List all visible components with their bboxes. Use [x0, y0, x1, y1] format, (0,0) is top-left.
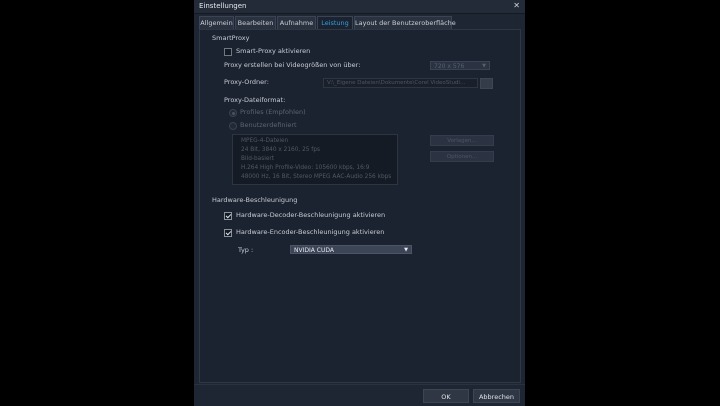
- template-button[interactable]: Vorlagen...: [430, 135, 494, 146]
- options-button[interactable]: Optionen...: [430, 151, 494, 162]
- info-line: H.264 High Profile-Video: 105600 kbps, 1…: [241, 165, 370, 171]
- dialog-footer: OK Abbrechen: [194, 384, 525, 406]
- proxy-size-select[interactable]: 720 x 576 ▼: [430, 61, 490, 70]
- hw-encoder-checkbox[interactable]: [224, 229, 232, 237]
- smartproxy-enable-label: Smart-Proxy aktivieren: [236, 47, 311, 55]
- info-line: 48000 Hz, 16 Bit, Stereo MPEG AAC-Audio …: [241, 174, 392, 180]
- hardware-heading: Hardware-Beschleunigung: [212, 196, 298, 204]
- ok-button[interactable]: OK: [423, 389, 469, 403]
- info-line: Bild-basiert: [241, 156, 275, 162]
- chevron-down-icon: ▼: [482, 63, 486, 69]
- close-icon[interactable]: ✕: [513, 1, 520, 10]
- radio-custom[interactable]: [229, 122, 237, 130]
- smartproxy-enable-checkbox[interactable]: [224, 48, 232, 56]
- title-bar: Einstellungen ✕: [194, 0, 525, 14]
- cancel-button[interactable]: Abbrechen: [473, 389, 520, 403]
- performance-panel: SmartProxy Smart-Proxy aktivieren Proxy …: [199, 29, 521, 383]
- info-line: MPEG-4-Dateien: [241, 138, 289, 144]
- proxy-format-info: MPEG-4-Dateien 24 Bit, 3840 x 2160, 25 f…: [232, 134, 398, 185]
- tab-layout[interactable]: Layout der Benutzeroberfläche: [354, 16, 456, 29]
- tab-leistung[interactable]: Leistung: [317, 16, 353, 29]
- hw-type-label: Typ :: [238, 246, 254, 254]
- radio-profiles[interactable]: [229, 109, 237, 117]
- hw-decoder-label: Hardware-Decoder-Beschleunigung aktivier…: [236, 211, 386, 219]
- proxy-folder-label: Proxy-Ordner:: [224, 78, 269, 86]
- settings-dialog: Einstellungen ✕ Allgemein Bearbeiten Auf…: [194, 0, 525, 406]
- hw-encoder-label: Hardware-Encoder-Beschleunigung aktivier…: [236, 228, 385, 236]
- hw-type-value: NVIDIA CUDA: [294, 247, 334, 254]
- radio-custom-label: Benutzerdefiniert: [240, 121, 297, 129]
- proxy-size-value: 720 x 576: [434, 63, 465, 70]
- chevron-down-icon: ▼: [404, 247, 408, 253]
- proxy-format-label: Proxy-Dateiformat:: [224, 96, 286, 104]
- hw-type-select[interactable]: NVIDIA CUDA ▼: [290, 245, 412, 254]
- hw-decoder-checkbox[interactable]: [224, 212, 232, 220]
- tab-aufnahme[interactable]: Aufnahme: [277, 16, 316, 29]
- info-line: 24 Bit, 3840 x 2160, 25 fps: [241, 147, 321, 153]
- radio-profiles-label: Profiles (Empfohlen): [240, 108, 306, 116]
- tab-allgemein[interactable]: Allgemein: [199, 16, 234, 29]
- smartproxy-heading: SmartProxy: [212, 34, 250, 42]
- dialog-title: Einstellungen: [199, 2, 247, 10]
- tab-bearbeiten[interactable]: Bearbeiten: [235, 16, 276, 29]
- proxy-size-label: Proxy erstellen bei Videogrößen von über…: [224, 61, 361, 69]
- proxy-folder-input[interactable]: V:\_Eigene Dateien\Dokumente\Corel Video…: [323, 78, 478, 88]
- browse-folder-button[interactable]: [480, 78, 493, 89]
